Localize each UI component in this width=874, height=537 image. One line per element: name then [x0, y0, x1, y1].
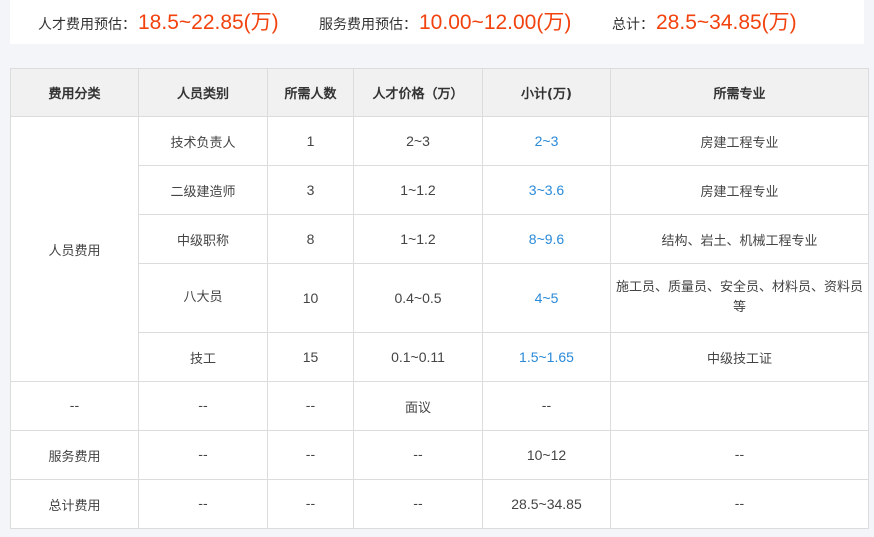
major-cell [610, 381, 869, 431]
personnel-type-cell: 中级职称 [138, 214, 268, 264]
personnel-type-cell: -- [138, 479, 268, 529]
service-cost-estimate: 服务费用预估： 10.00~12.00(万) [319, 6, 571, 36]
major-cell: 房建工程专业 [610, 116, 869, 166]
major-cell: 施工员、质量员、安全员、材料员、资料员等 [610, 263, 869, 333]
subtotal-cell: 28.5~34.85 [482, 479, 611, 529]
price-cell: 0.4~0.5 [353, 263, 483, 333]
talent-cost-value: 18.5~22.85(万) [138, 11, 279, 34]
price-cell: 2~3 [353, 116, 483, 166]
headcount-cell: -- [267, 430, 354, 480]
price-cell: 0.1~0.11 [353, 332, 483, 382]
price-cell: 面议 [353, 381, 483, 431]
price-cell: -- [353, 430, 483, 480]
table-row: 服务费用 -- -- -- 10~12 -- [10, 430, 869, 480]
total-cost-value: 28.5~34.85(万) [656, 11, 797, 34]
personnel-type-cell: -- [138, 430, 268, 480]
table-row: 二级建造师 3 1~1.2 3~3.6 房建工程专业 [11, 165, 869, 215]
personnel-type-cell: 技术负责人 [138, 116, 268, 166]
header-talent-price: 人才价格（万） [353, 68, 483, 117]
major-cell: 结构、岩土、机械工程专业 [610, 214, 869, 264]
personnel-cost-category-cell: 人员费用 [10, 116, 139, 382]
cost-category-cell: -- [10, 381, 139, 431]
major-cell: -- [610, 430, 869, 480]
cost-breakdown-table: 费用分类 人员类别 所需人数 人才价格（万） 小计(万) 所需专业 人员费用 技… [10, 68, 869, 529]
subtotal-cell: 4~5 [482, 263, 611, 333]
service-cost-label: 服务费用预估： [319, 17, 417, 33]
cost-category-cell: 总计费用 [10, 479, 139, 529]
header-personnel-type: 人员类别 [138, 68, 268, 117]
headcount-cell: 1 [267, 116, 354, 166]
major-cell: 房建工程专业 [610, 165, 869, 215]
headcount-cell: -- [267, 381, 354, 431]
service-cost-value: 10.00~12.00(万) [419, 11, 572, 34]
table-header-row: 费用分类 人员类别 所需人数 人才价格（万） 小计(万) 所需专业 [10, 68, 869, 117]
major-cell: -- [610, 479, 869, 529]
talent-cost-estimate: 人才费用预估： 18.5~22.85(万) [38, 6, 279, 36]
personnel-type-cell: -- [138, 381, 268, 431]
header-cost-category: 费用分类 [10, 68, 139, 117]
total-cost-label: 总计： [612, 17, 654, 33]
price-cell: -- [353, 479, 483, 529]
subtotal-cell: 3~3.6 [482, 165, 611, 215]
header-required-major: 所需专业 [610, 68, 869, 117]
major-cell: 中级技工证 [610, 332, 869, 382]
personnel-type-cell: 二级建造师 [138, 165, 268, 215]
subtotal-cell: 2~3 [482, 116, 611, 166]
table-row: -- -- -- 面议 -- [10, 381, 869, 431]
subtotal-cell: 8~9.6 [482, 214, 611, 264]
subtotal-cell: -- [482, 381, 611, 431]
headcount-cell: -- [267, 479, 354, 529]
subtotal-cell: 10~12 [482, 430, 611, 480]
headcount-cell: 15 [267, 332, 354, 382]
headcount-cell: 10 [267, 263, 354, 333]
price-cell: 1~1.2 [353, 165, 483, 215]
personnel-type-cell: 八大员 [138, 263, 268, 333]
table-row: 技工 15 0.1~0.11 1.5~1.65 中级技工证 [11, 332, 869, 382]
table-row: 人员费用 技术负责人 1 2~3 2~3 房建工程专业 [10, 116, 869, 382]
cost-category-cell: 服务费用 [10, 430, 139, 480]
talent-cost-label: 人才费用预估： [38, 17, 136, 33]
table-row: 总计费用 -- -- -- 28.5~34.85 -- [10, 479, 869, 529]
total-cost-estimate: 总计： 28.5~34.85(万) [612, 6, 797, 36]
headcount-cell: 8 [267, 214, 354, 264]
headcount-cell: 3 [267, 165, 354, 215]
cost-summary-bar: 人才费用预估： 18.5~22.85(万) 服务费用预估： 10.00~12.0… [10, 0, 864, 44]
subtotal-cell: 1.5~1.65 [482, 332, 611, 382]
table-row: 中级职称 8 1~1.2 8~9.6 结构、岩土、机械工程专业 [11, 214, 869, 264]
price-cell: 1~1.2 [353, 214, 483, 264]
header-headcount: 所需人数 [267, 68, 354, 117]
header-subtotal: 小计(万) [482, 68, 611, 117]
table-row: 八大员 10 0.4~0.5 4~5 施工员、质量员、安全员、材料员、资料员等 [11, 263, 869, 333]
personnel-type-cell: 技工 [138, 332, 268, 382]
